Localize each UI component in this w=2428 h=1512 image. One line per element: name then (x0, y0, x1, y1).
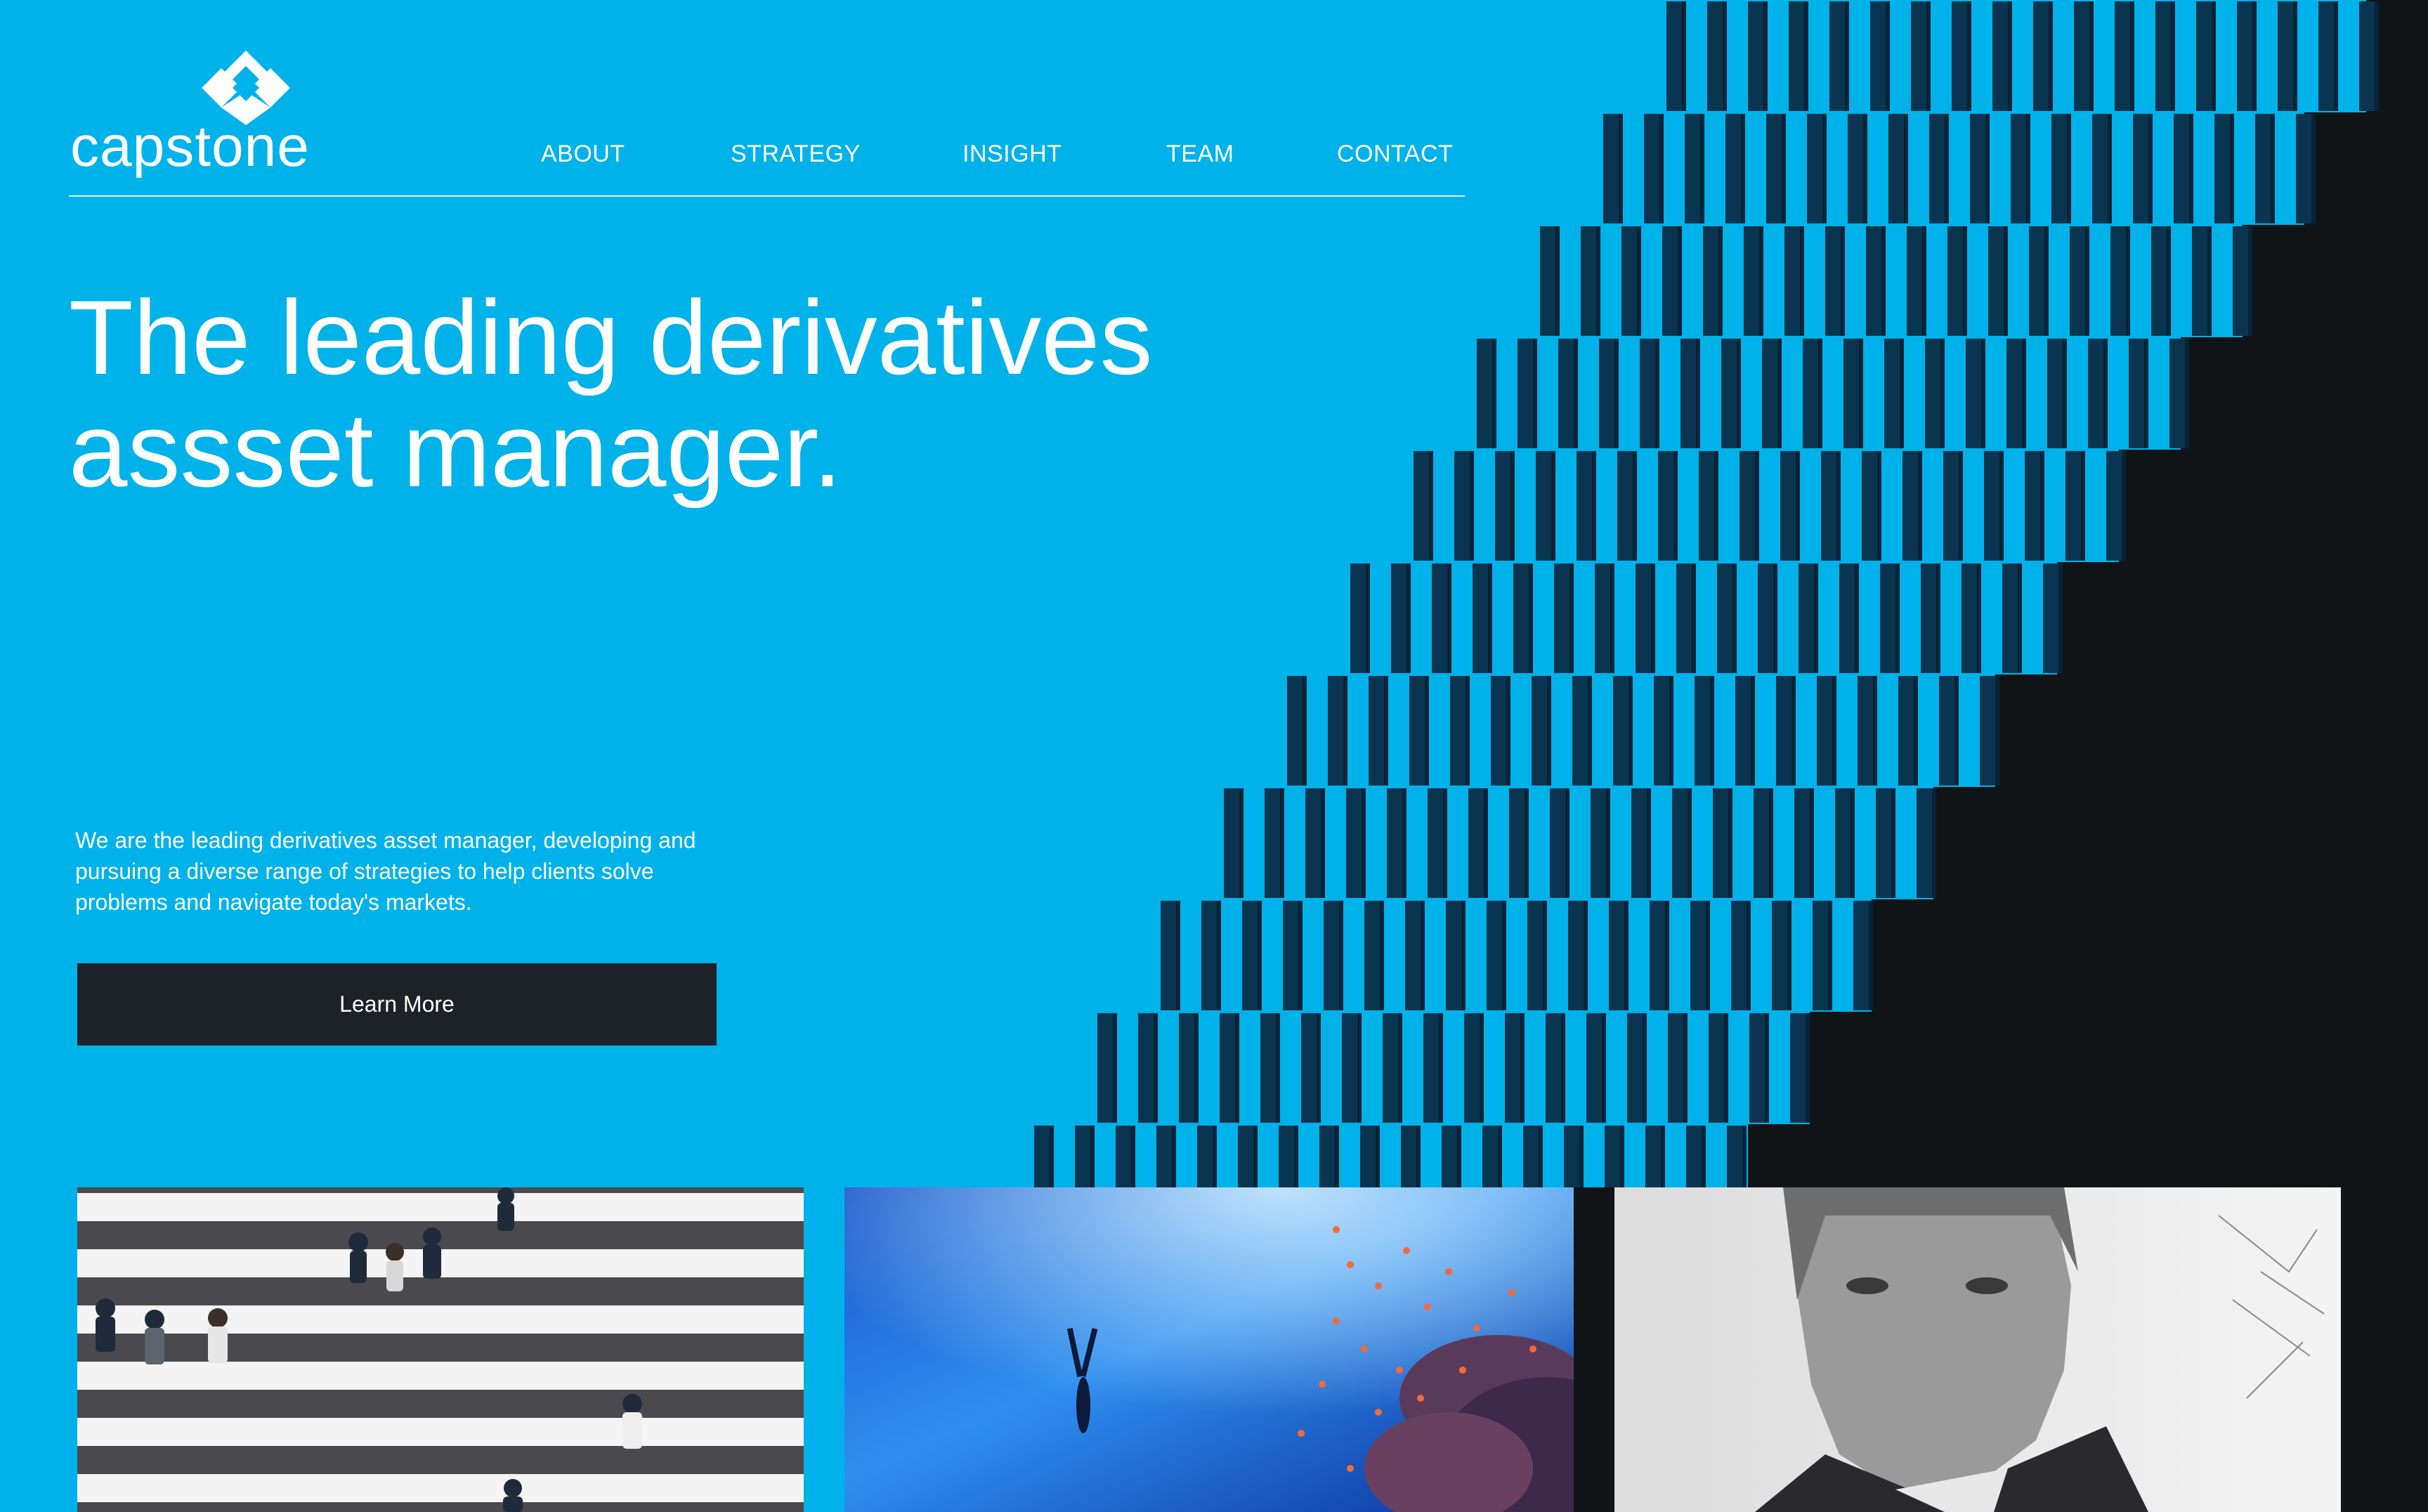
card-underwater[interactable] (844, 1187, 1574, 1512)
underwater-diver-photo (844, 1187, 1574, 1512)
nav-item-contact[interactable]: CONTACT (1337, 141, 1453, 168)
card-portrait[interactable] (1614, 1187, 2341, 1512)
pedestrian-crossing-photo (77, 1187, 804, 1512)
card-pedestrian-crossing[interactable] (77, 1187, 804, 1512)
hero-headline: The leading derivatives assset manager. (69, 281, 1228, 506)
nav-item-about[interactable]: ABOUT (541, 141, 625, 168)
nav-item-insight[interactable]: INSIGHT (962, 141, 1062, 168)
headline-line-2: assset manager. (69, 391, 842, 509)
capstone-logo[interactable]: capstone (70, 49, 309, 183)
learn-more-button[interactable]: Learn More (77, 963, 717, 1045)
headline-line-1: The leading derivatives (69, 278, 1153, 396)
nav-item-team[interactable]: TEAM (1166, 141, 1234, 168)
brand-name: capstone (70, 115, 310, 178)
hero-intro-text: We are the leading derivatives asset man… (75, 828, 696, 915)
nav-item-strategy[interactable]: STRATEGY (731, 141, 861, 168)
portrait-photo (1614, 1187, 2341, 1512)
header-divider (69, 195, 1465, 197)
